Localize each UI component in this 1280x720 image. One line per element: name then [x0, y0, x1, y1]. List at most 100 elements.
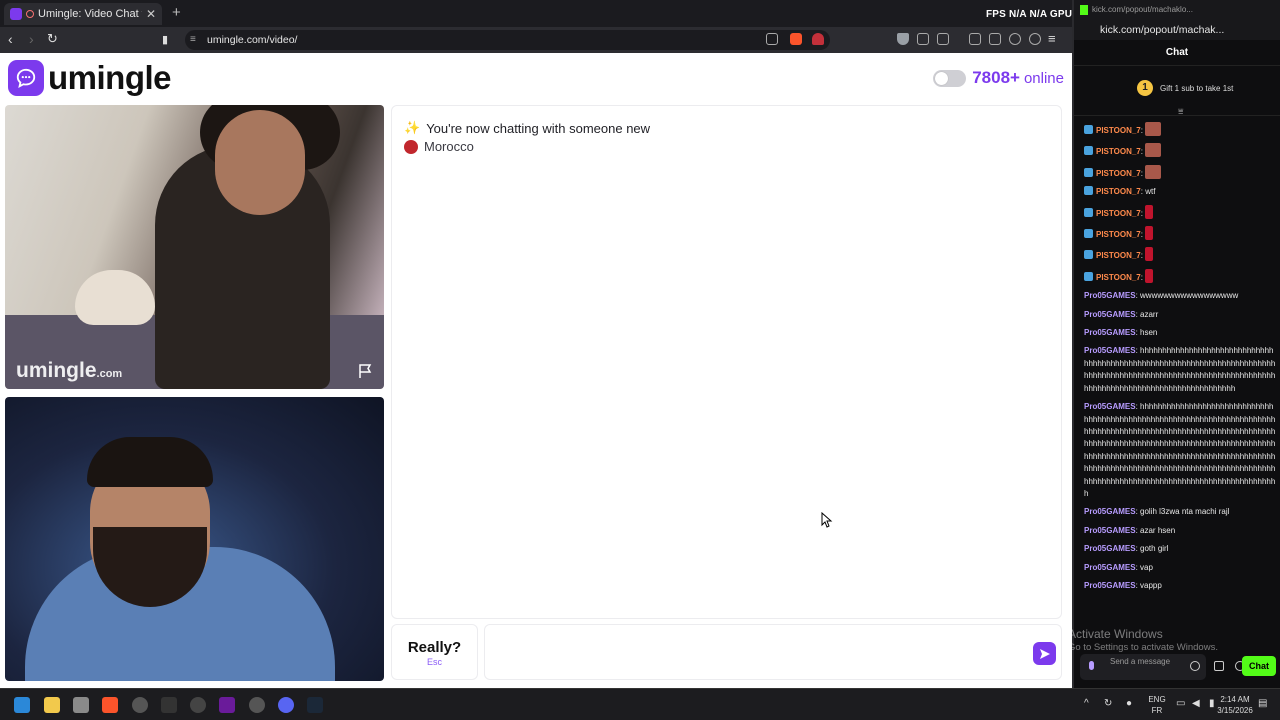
skip-hint: Esc — [426, 657, 442, 667]
steam-icon[interactable] — [307, 697, 323, 713]
kick-logo-icon — [1080, 5, 1088, 15]
brave-taskbar-icon[interactable] — [102, 697, 118, 713]
app-icon[interactable] — [249, 697, 265, 713]
chat-username[interactable]: PISTOON_7 — [1096, 169, 1141, 178]
windows-start-icon[interactable] — [14, 697, 30, 713]
url-field[interactable]: ≡ umingle.com/video/ — [185, 30, 830, 50]
tray-sync-icon[interactable]: ↻ — [1104, 698, 1112, 709]
kick-chat-message: PISTOON_7: — [1084, 226, 1276, 241]
kick-chat-send-button[interactable]: Chat — [1242, 656, 1276, 676]
chat-username[interactable]: PISTOON_7 — [1096, 147, 1141, 156]
url-text: umingle.com/video/ — [207, 34, 298, 46]
online-label: online — [1023, 69, 1064, 87]
file-explorer-icon[interactable] — [44, 697, 60, 713]
tray-mic-icon[interactable]: ● — [1126, 698, 1132, 709]
chat-message-text: vap — [1140, 562, 1153, 572]
kick-title-bar: kick.com/popout/machaklo... — [1074, 0, 1280, 22]
emoji-icon[interactable] — [1190, 661, 1200, 671]
chat-username[interactable]: PISTOON_7 — [1096, 126, 1141, 135]
chat-username[interactable]: PISTOON_7 — [1096, 273, 1141, 282]
report-flag-icon[interactable] — [358, 363, 374, 379]
bookmark-icon[interactable]: ▮ — [162, 33, 168, 46]
nzxt-icon[interactable] — [219, 697, 235, 713]
address-bar: ‹ › ↻ ▮ ≡ umingle.com/video/ ≡ — [0, 27, 1072, 53]
send-button[interactable] — [1033, 642, 1056, 665]
notifications-icon[interactable]: ▤ — [1258, 698, 1267, 709]
vpn-shield-icon[interactable] — [897, 33, 909, 45]
gift-text: Gift 1 sub to take 1st — [1160, 84, 1234, 93]
new-tab-icon[interactable]: + — [172, 4, 181, 21]
store-icon[interactable] — [1214, 661, 1224, 671]
chat-username[interactable]: PISTOON_7 — [1096, 230, 1141, 239]
kick-chat-message: Pro05GAMES: azarr — [1084, 309, 1159, 319]
kick-chat-message: PISTOON_7: — [1084, 143, 1276, 158]
chat-message-text: hsen — [1140, 328, 1158, 338]
reload-icon[interactable]: ↻ — [47, 31, 58, 47]
brave-shields-icon[interactable] — [790, 33, 802, 45]
umingle-favicon-icon — [10, 8, 22, 20]
chat-username[interactable]: Pro05GAMES — [1084, 328, 1136, 337]
chat-username[interactable]: Pro05GAMES — [1084, 310, 1136, 319]
chat-username[interactable]: Pro05GAMES — [1084, 291, 1136, 300]
extensions-icon[interactable] — [917, 33, 929, 45]
site-settings-icon[interactable]: ≡ — [190, 34, 196, 45]
network-icon[interactable]: ▭ — [1176, 698, 1185, 709]
kick-window-title: kick.com/popout/machaklo... — [1092, 5, 1193, 14]
chat-username[interactable]: Pro05GAMES — [1084, 526, 1136, 535]
close-tab-icon[interactable]: ✕ — [146, 7, 156, 21]
obs-icon[interactable] — [132, 697, 148, 713]
gift-coin-icon: 1 — [1137, 80, 1153, 96]
back-icon[interactable]: ‹ — [8, 31, 13, 47]
brave-rewards-icon[interactable] — [812, 33, 824, 45]
emote-icon — [1145, 226, 1154, 241]
share-icon[interactable] — [766, 33, 778, 45]
chat-username[interactable]: Pro05GAMES — [1084, 346, 1136, 355]
message-input[interactable] — [495, 635, 1015, 669]
chat-username[interactable]: Pro05GAMES — [1084, 581, 1136, 590]
sidebar-icon[interactable] — [969, 33, 981, 45]
expand-pinned-icon[interactable]: ⩸ — [1178, 106, 1183, 117]
chat-username[interactable]: Pro05GAMES — [1084, 544, 1136, 553]
gift-sub-banner[interactable]: 1 Gift 1 sub to take 1st ⩸ — [1074, 66, 1280, 116]
kick-chat-message: Pro05GAMES: hsen — [1084, 328, 1158, 338]
leo-ai-icon[interactable] — [1009, 33, 1021, 45]
tab-umingle[interactable]: Umingle: Video Chat with Str... ✕ — [4, 3, 162, 25]
volume-icon[interactable]: ◀ — [1192, 698, 1200, 709]
kick-chat-message: PISTOON_7: — [1084, 164, 1276, 180]
umingle-logo[interactable]: umingle — [8, 59, 172, 97]
kick-chat-message: Pro05GAMES: hhhhhhhhhhhhhhhhhhhhhhhhhhhh… — [1084, 402, 1276, 498]
clock[interactable]: 2:14 AM 3/15/2026 — [1214, 694, 1256, 716]
kick-chat-message: PISTOON_7: — [1084, 268, 1276, 284]
subscriber-badge-icon — [1084, 146, 1093, 156]
wallet-icon[interactable] — [989, 33, 1001, 45]
emote-icon — [1145, 204, 1154, 219]
tray-overflow-icon[interactable]: ^ — [1084, 698, 1089, 709]
chat-message-text: azar hsen — [1140, 525, 1176, 535]
mic-icon[interactable] — [1089, 661, 1094, 670]
online-indicator: 7808+ online — [933, 68, 1064, 88]
subscriber-badge-icon — [1084, 250, 1093, 260]
chat-username[interactable]: PISTOON_7 — [1096, 187, 1141, 196]
chat-username[interactable]: Pro05GAMES — [1084, 402, 1136, 411]
skip-label: Really? — [407, 639, 462, 656]
emote-icon — [1145, 268, 1154, 283]
ghub-icon[interactable] — [190, 697, 206, 713]
menu-icon[interactable]: ≡ — [1048, 31, 1056, 46]
language-indicator[interactable]: ENG FR — [1146, 694, 1168, 716]
unity-icon[interactable] — [161, 697, 177, 713]
chat-username[interactable]: PISTOON_7 — [1096, 209, 1141, 218]
chat-username[interactable]: Pro05GAMES — [1084, 563, 1136, 572]
kick-message-input[interactable]: Send a message — [1080, 654, 1206, 680]
emote-icon — [1145, 247, 1154, 262]
skip-button[interactable]: Really? Esc — [391, 624, 478, 680]
forward-icon[interactable]: › — [29, 31, 34, 47]
kick-composer: Send a message Chat — [1080, 652, 1276, 680]
screenshot-icon[interactable] — [937, 33, 949, 45]
discord-icon[interactable] — [278, 697, 294, 713]
theme-toggle[interactable] — [933, 69, 967, 87]
store-app-icon[interactable] — [73, 697, 89, 713]
kick-chat-message: PISTOON_7: — [1084, 204, 1276, 220]
vpn-icon[interactable] — [1029, 33, 1041, 45]
chat-username[interactable]: Pro05GAMES — [1084, 507, 1136, 516]
chat-username[interactable]: PISTOON_7 — [1096, 251, 1141, 260]
